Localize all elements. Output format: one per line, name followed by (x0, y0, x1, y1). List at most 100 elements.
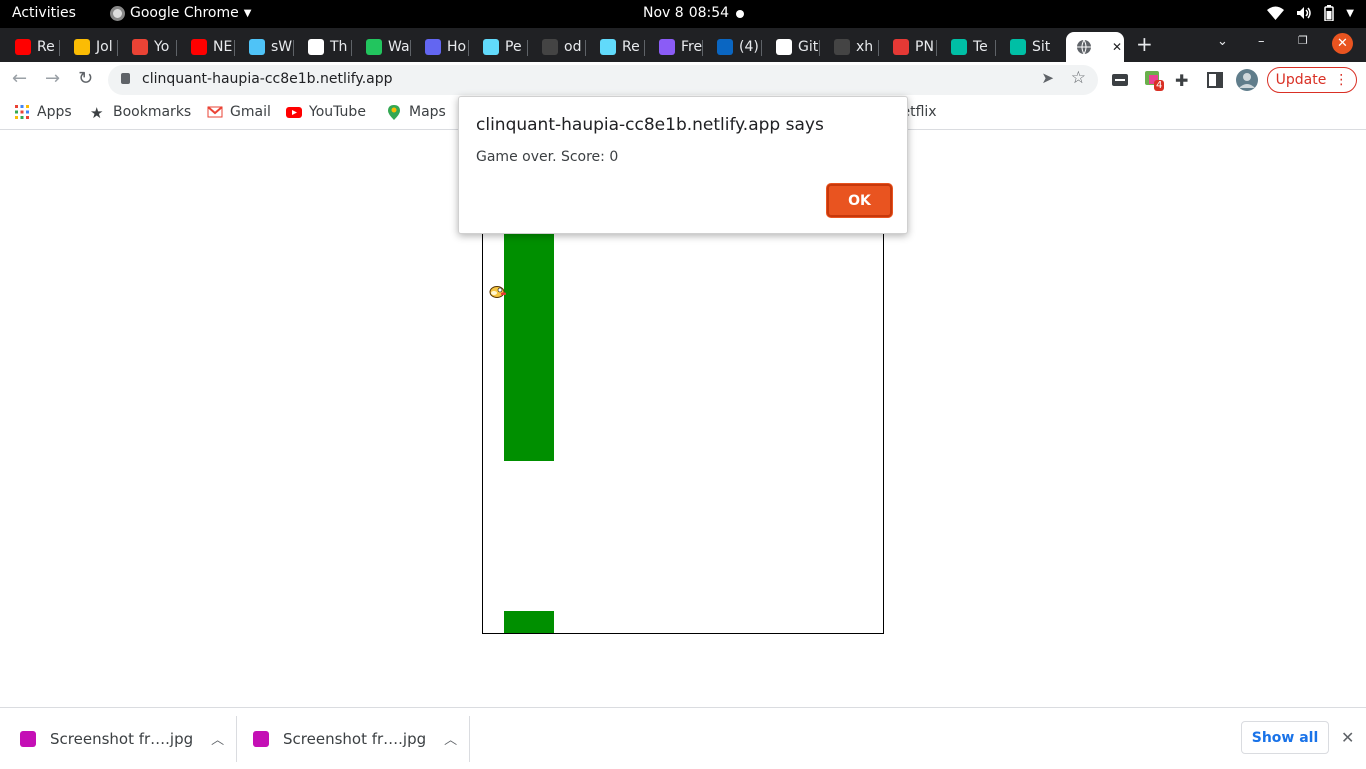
tab-item[interactable]: Te (936, 32, 995, 62)
tab-separator (468, 40, 469, 56)
tab-item[interactable]: (4) (702, 32, 761, 62)
tab-title: xh (856, 39, 874, 55)
tab-favicon-icon (15, 39, 31, 55)
tab-item[interactable]: Re (0, 32, 59, 62)
tab-item[interactable]: Wa (351, 32, 410, 62)
back-arrow-icon[interactable]: ← (12, 68, 27, 89)
tab-separator (527, 40, 528, 56)
wifi-icon (1267, 6, 1285, 20)
system-tray[interactable]: ▼ (1267, 5, 1354, 21)
tab-favicon-icon (425, 39, 441, 55)
profile-avatar[interactable] (1236, 69, 1258, 91)
show-all-button[interactable]: Show all (1241, 721, 1329, 754)
tab-favicon-icon (600, 39, 616, 55)
tab-favicon-icon (308, 39, 324, 55)
tab-separator (878, 40, 879, 56)
tab-title: Jol (96, 39, 113, 55)
tab-separator (176, 40, 177, 56)
side-panel-icon[interactable] (1206, 71, 1224, 89)
bookmark-maps[interactable]: Maps (386, 104, 446, 120)
bird-sprite (489, 286, 506, 298)
app-menu[interactable]: Google Chrome ▼ (110, 5, 251, 21)
tab-item[interactable]: Jol (59, 32, 118, 62)
tab-title: Te (973, 39, 988, 55)
divider (236, 716, 237, 762)
tab-item[interactable]: sW (234, 32, 293, 62)
download-filename: Screenshot fr….jpg (283, 729, 427, 748)
tab-title: NE (213, 39, 233, 55)
download-item[interactable]: Screenshot fr….jpg ︿ (253, 708, 457, 769)
tab-title: od (564, 39, 582, 55)
tab-title: Th (330, 39, 348, 55)
bookmark-bookmarks[interactable]: ★ Bookmarks (90, 104, 191, 122)
tab-item[interactable]: Re (585, 32, 644, 62)
close-icon[interactable]: ✕ (1341, 728, 1354, 747)
image-file-icon (253, 730, 269, 747)
clock-date: Nov 8 (643, 5, 684, 21)
tab-separator (761, 40, 762, 56)
tab-item[interactable]: Fre (644, 32, 703, 62)
update-label: Update (1275, 72, 1327, 88)
tab-item[interactable]: Sit (995, 32, 1054, 62)
tab-separator (936, 40, 937, 56)
tab-separator (702, 40, 703, 56)
activities-button[interactable]: Activities (12, 5, 76, 21)
address-bar[interactable]: clinquant-haupia-cc8e1b.netlify.app ➤ ☆ (108, 65, 1098, 95)
clock[interactable]: Nov 8 08:54 (643, 5, 729, 21)
tab-separator (644, 40, 645, 56)
tab-title: (4) (739, 39, 759, 55)
forward-arrow-icon[interactable]: → (45, 68, 60, 89)
bookmark-star-icon[interactable]: ☆ (1071, 68, 1086, 88)
minimize-button[interactable]: – (1258, 34, 1265, 49)
window-close-button[interactable]: ✕ (1332, 33, 1353, 54)
tab-favicon-icon (74, 39, 90, 55)
tab-item[interactable]: Git (761, 32, 820, 62)
tab-strip: Re Jol Yo NE sW Th Wa Ho Pe od Re Fre (4) Git xh PN Te Si… (0, 28, 1366, 62)
tab-active[interactable]: ✕ (1066, 32, 1124, 62)
ok-button[interactable]: OK (827, 184, 892, 217)
system-top-bar: Activities Google Chrome ▼ Nov 8 08:54 ▼ (0, 0, 1366, 28)
extension-keyboard-icon[interactable] (1111, 71, 1129, 89)
new-tab-button[interactable]: + (1136, 32, 1153, 56)
tab-item[interactable]: xh (819, 32, 878, 62)
tab-title: Sit (1032, 39, 1051, 55)
tab-favicon-icon (659, 39, 675, 55)
update-button[interactable]: Update ⋮ (1267, 67, 1357, 93)
tab-item[interactable]: NE (176, 32, 235, 62)
chevron-up-icon[interactable]: ︿ (211, 729, 224, 748)
extensions-puzzle-icon[interactable]: ✚ (1175, 71, 1193, 90)
reload-icon[interactable]: ↻ (78, 68, 93, 89)
extension-badge-icon[interactable]: 4 (1145, 71, 1165, 91)
gmail-icon (207, 106, 223, 118)
tab-separator (293, 40, 294, 56)
url-text[interactable]: clinquant-haupia-cc8e1b.netlify.app (142, 71, 393, 87)
chevron-up-icon[interactable]: ︿ (444, 729, 457, 748)
tab-favicon-icon (483, 39, 499, 55)
apps-grid-icon (15, 105, 29, 119)
bookmark-label: Gmail (230, 104, 271, 120)
send-tab-icon[interactable]: ➤ (1041, 69, 1054, 87)
download-filename: Screenshot fr….jpg (50, 729, 194, 748)
download-item[interactable]: Screenshot fr….jpg ︿ (20, 708, 224, 769)
tab-item[interactable]: PN (878, 32, 937, 62)
tab-item[interactable]: Th (293, 32, 352, 62)
tab-item[interactable]: Yo (117, 32, 176, 62)
tab-favicon-icon (1010, 39, 1026, 55)
tab-item[interactable]: Pe (468, 32, 527, 62)
tab-search-chevron-icon[interactable]: ⌄ (1217, 34, 1228, 49)
bookmark-youtube[interactable]: YouTube (286, 104, 366, 120)
tab-item[interactable]: Ho (410, 32, 469, 62)
tab-favicon-icon (132, 39, 148, 55)
tab-separator (585, 40, 586, 56)
restore-button[interactable]: ❐ (1298, 34, 1308, 47)
tab-favicon-icon (717, 39, 733, 55)
tab-title: Fre (681, 39, 703, 55)
tab-favicon-icon (951, 39, 967, 55)
tab-separator (995, 40, 996, 56)
bookmark-apps[interactable]: Apps (14, 104, 72, 120)
close-tab-icon[interactable]: ✕ (1112, 40, 1122, 54)
tab-item[interactable]: od (527, 32, 586, 62)
caret-down-icon: ▼ (243, 7, 252, 19)
bookmark-gmail[interactable]: Gmail (207, 104, 271, 120)
bottom-pipe (504, 611, 554, 633)
